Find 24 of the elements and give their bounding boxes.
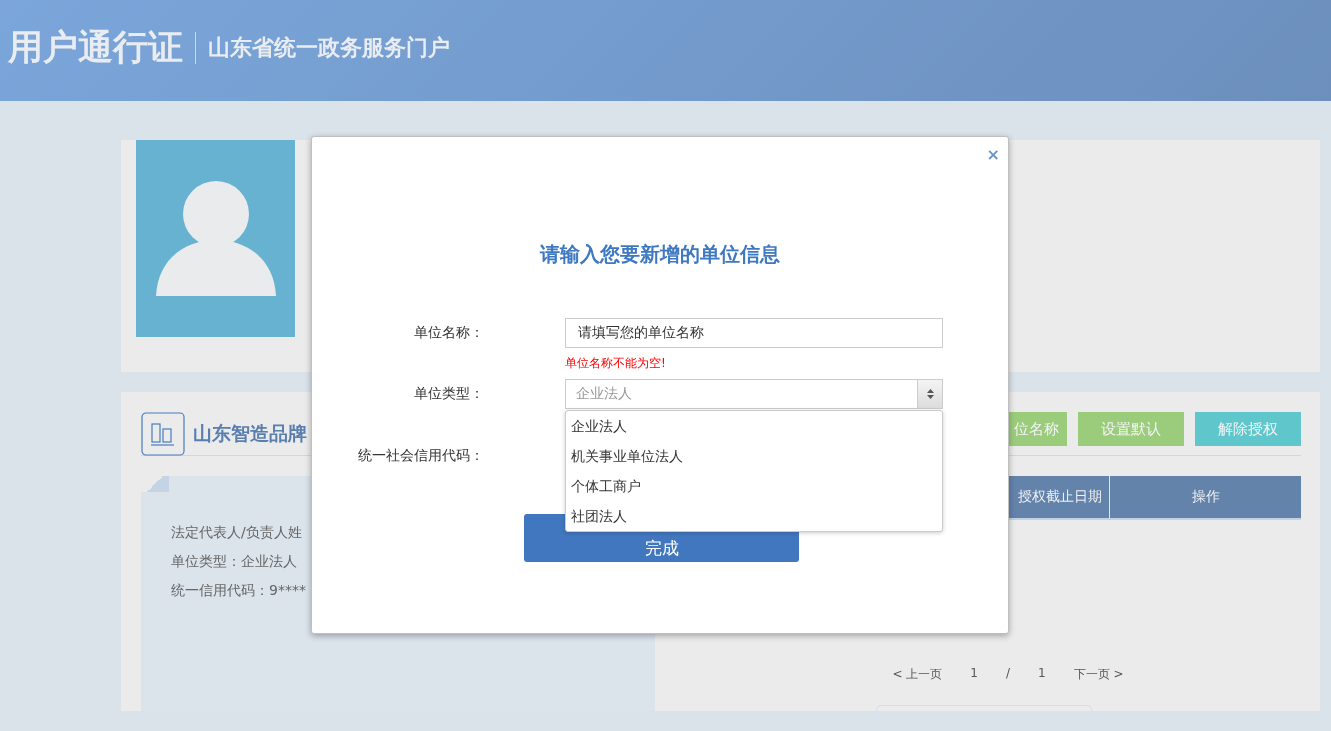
site-title: 用户通行证 — [8, 26, 183, 69]
prev-page-link[interactable]: < 上一页 — [892, 666, 943, 683]
field-label: 单位类型： — [413, 385, 485, 403]
building-icon — [141, 411, 185, 456]
column-header: 授权截止日期 — [1010, 476, 1110, 518]
dropdown-option[interactable]: 个体工商户 — [566, 471, 942, 501]
page-number: 1 — [970, 666, 978, 682]
page-total: 1 — [1038, 666, 1046, 682]
field-label: 统一社会信用代码： — [357, 447, 485, 465]
next-page-link[interactable]: 下一页 > — [1073, 666, 1124, 683]
dialog-title: 请输入您要新增的单位信息 — [538, 241, 781, 268]
info-text: 法定代表人/负责人姓 — [171, 524, 303, 542]
field-label: 单位名称： — [413, 324, 485, 342]
column-header: 操作 — [1190, 487, 1221, 506]
info-text: 统一信用代码：9**** — [171, 582, 307, 600]
dropdown-option[interactable]: 机关事业单位法人 — [566, 441, 942, 471]
sort-arrows-icon — [917, 380, 942, 408]
site-subtitle: 山东省统一政务服务门户 — [208, 33, 450, 62]
page-separator: / — [1005, 666, 1010, 682]
info-text: 单位类型：企业法人 — [171, 553, 298, 571]
input-field[interactable]: 请填写您的单位名称 — [565, 318, 943, 348]
dropdown-option[interactable]: 企业法人 — [566, 411, 942, 441]
error-message: 单位名称不能为空! — [565, 355, 666, 372]
company-name: 山东智造品牌 — [193, 420, 307, 446]
